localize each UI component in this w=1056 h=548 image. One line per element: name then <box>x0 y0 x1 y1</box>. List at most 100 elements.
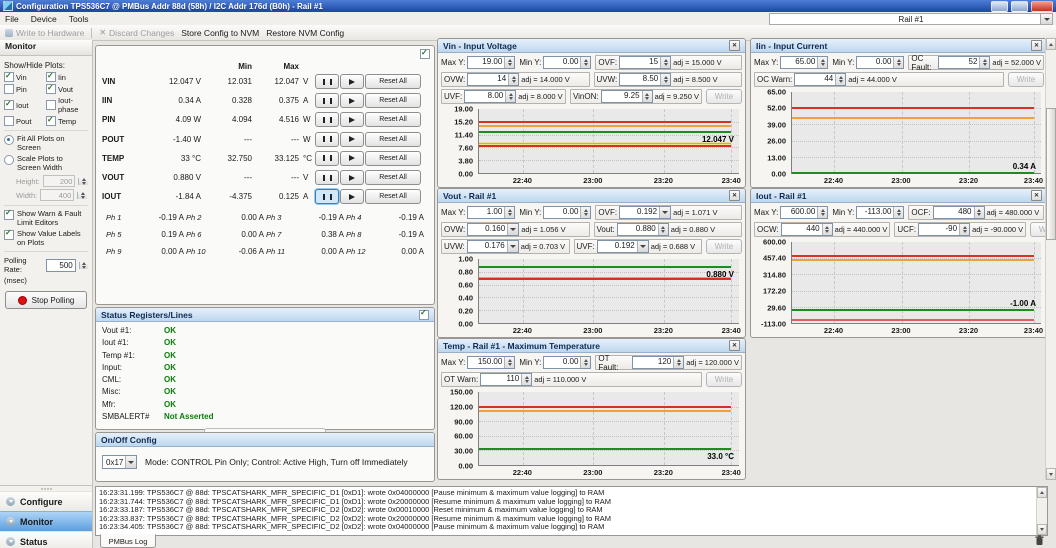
value-field[interactable]: 8.50 <box>619 73 671 86</box>
spinner[interactable] <box>505 91 515 102</box>
pause-button[interactable] <box>315 93 339 108</box>
rail-selector[interactable]: Rail #1 <box>769 13 1053 25</box>
pause-button[interactable] <box>315 189 339 204</box>
play-button[interactable] <box>340 189 364 204</box>
value-field[interactable]: 9.25 <box>601 90 653 103</box>
radio-scale-plots-to-screen-width[interactable]: Scale Plots to Screen Width <box>4 155 88 172</box>
spinner[interactable] <box>893 57 903 68</box>
plot-checkbox-iin[interactable]: Iin <box>46 72 88 82</box>
spinner[interactable] <box>580 57 590 68</box>
write-button[interactable]: Write <box>1008 72 1044 87</box>
spinner[interactable] <box>817 207 827 218</box>
polling-rate-spinner[interactable] <box>79 262 88 269</box>
scroll-up-icon[interactable] <box>1037 487 1047 498</box>
width-field[interactable]: 400 <box>40 189 74 201</box>
spinner[interactable] <box>660 74 670 85</box>
value-field[interactable]: 600.00 <box>780 206 828 219</box>
value-field[interactable]: 150.00 <box>467 356 515 369</box>
checkbox-show-warn-fault-limit-editors[interactable]: Show Warn & Fault Limit Editors <box>4 210 88 227</box>
value-field[interactable]: 8.00 <box>464 90 516 103</box>
spinner[interactable] <box>504 207 514 218</box>
value-field[interactable]: 440 <box>781 223 833 236</box>
pause-button[interactable] <box>315 170 339 185</box>
value-field[interactable]: 0.00 <box>543 356 591 369</box>
value-field[interactable]: 0.00 <box>543 206 591 219</box>
nav-item-configure[interactable]: Configure <box>0 491 92 511</box>
menu-tools[interactable]: Tools <box>69 14 89 24</box>
play-button[interactable] <box>340 74 364 89</box>
onoff-mode-combo[interactable]: 0x17 <box>102 455 137 469</box>
clear-log-trash-icon[interactable] <box>1035 535 1044 548</box>
polling-rate-field[interactable]: 500 <box>46 259 76 272</box>
store-config-nvm-button[interactable]: Store Config to NVM <box>181 28 259 38</box>
spinner[interactable] <box>642 91 652 102</box>
spinner[interactable] <box>508 74 518 85</box>
close-button[interactable] <box>1031 1 1053 12</box>
close-icon[interactable]: ✕ <box>729 40 740 51</box>
radio-fit-all-plots-on-screen[interactable]: Fit All Plots on Screen <box>4 135 88 152</box>
log-scrollbar[interactable] <box>1036 487 1047 535</box>
value-field[interactable]: 52 <box>938 56 990 69</box>
spinner[interactable] <box>959 224 969 235</box>
scrollbar-thumb[interactable] <box>1046 108 1056 240</box>
spinner[interactable] <box>893 207 903 218</box>
value-field[interactable]: 0.880 <box>617 223 669 236</box>
discard-changes-button[interactable]: ✕ Discard Changes <box>99 28 174 38</box>
value-field[interactable]: 44 <box>794 73 846 86</box>
chevron-down-icon[interactable] <box>659 207 670 218</box>
value-field[interactable]: 110 <box>480 373 532 386</box>
write-button[interactable]: Write <box>706 372 742 387</box>
spinner[interactable] <box>580 357 590 368</box>
value-field[interactable]: 14 <box>467 73 519 86</box>
plot-checkbox-vout[interactable]: Vout <box>46 84 88 94</box>
value-field[interactable]: 19.00 <box>467 56 515 69</box>
scroll-down-icon[interactable] <box>1046 468 1056 480</box>
nav-item-status[interactable]: Status <box>0 531 92 548</box>
maximize-button[interactable] <box>1011 1 1028 12</box>
spinner[interactable] <box>822 224 832 235</box>
spinner[interactable] <box>979 57 989 68</box>
pause-button[interactable] <box>315 74 339 89</box>
value-field[interactable]: 65.00 <box>780 56 828 69</box>
spinner[interactable] <box>521 374 531 385</box>
height-field[interactable]: 200 <box>43 175 76 187</box>
play-button[interactable] <box>340 170 364 185</box>
panel-checkbox[interactable] <box>419 310 429 320</box>
value-field[interactable]: 0.160 <box>467 223 519 236</box>
spinner[interactable] <box>504 57 514 68</box>
width-spinner[interactable] <box>77 192 87 199</box>
tab-pmbus-log[interactable]: PMBus Log <box>100 534 156 548</box>
scroll-up-icon[interactable] <box>1046 38 1056 50</box>
spinner[interactable] <box>817 57 827 68</box>
reset-all-button[interactable]: Reset All <box>365 112 421 127</box>
reset-all-button[interactable]: Reset All <box>365 189 421 204</box>
plot-checkbox-iout-phase[interactable]: Iout-phase <box>46 96 88 114</box>
write-to-hardware-button[interactable]: Write to Hardware <box>5 28 84 38</box>
menu-device[interactable]: Device <box>31 14 57 24</box>
spinner[interactable] <box>660 57 670 68</box>
chevron-down-icon[interactable] <box>1040 14 1052 24</box>
plot-checkbox-pin[interactable]: Pin <box>4 84 46 94</box>
value-field[interactable]: 0.176 <box>467 240 519 253</box>
value-field[interactable]: 0.00 <box>543 56 591 69</box>
chevron-down-icon[interactable] <box>507 241 518 252</box>
spinner[interactable] <box>580 207 590 218</box>
value-field[interactable]: 0.192 <box>597 240 649 253</box>
reset-all-button[interactable]: Reset All <box>365 170 421 185</box>
write-button[interactable]: Write <box>706 239 742 254</box>
restore-nvm-config-button[interactable]: Restore NVM Config <box>266 28 344 38</box>
plot-checkbox-temp[interactable]: Temp <box>46 116 88 126</box>
spinner[interactable] <box>835 74 845 85</box>
value-field[interactable]: 15 <box>619 56 671 69</box>
value-field[interactable]: 0.192 <box>619 206 671 219</box>
nav-item-monitor[interactable]: Monitor <box>0 511 92 531</box>
plot-checkbox-iout[interactable]: Iout <box>4 96 46 114</box>
checkbox-show-value-labels-on-plots[interactable]: Show Value Labels on Plots <box>4 230 88 247</box>
pause-button[interactable] <box>315 151 339 166</box>
spinner[interactable] <box>504 357 514 368</box>
reset-all-button[interactable]: Reset All <box>365 132 421 147</box>
spinner[interactable] <box>673 357 683 368</box>
play-button[interactable] <box>340 151 364 166</box>
close-icon[interactable]: ✕ <box>1031 40 1042 51</box>
value-field[interactable]: 0.00 <box>856 56 904 69</box>
